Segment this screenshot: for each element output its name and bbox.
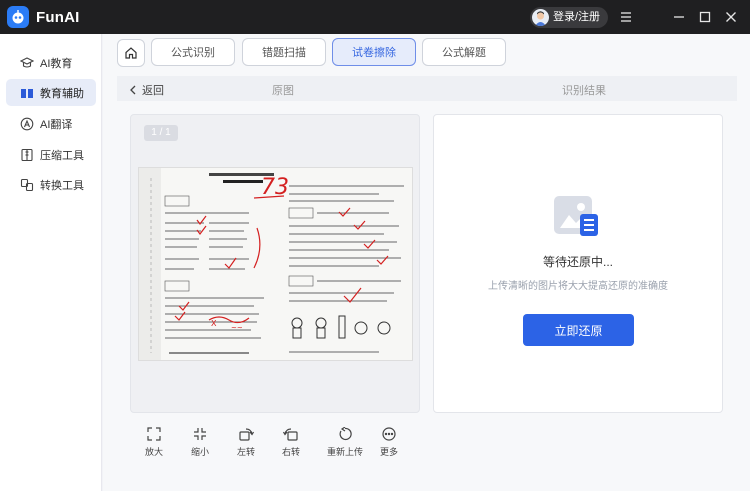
tool-label: 更多 <box>379 447 398 457</box>
more-icon <box>382 427 396 441</box>
rotate-right-button[interactable]: 右转 <box>273 424 309 464</box>
image-placeholder-icon <box>554 196 598 236</box>
tool-label: 缩小 <box>190 447 209 457</box>
sidebar-item-ai-translate[interactable]: AI翻译 <box>6 110 96 137</box>
sidebar-item-label: AI教育 <box>40 57 73 70</box>
rotate-left-icon <box>239 428 254 441</box>
tool-label: 重新上传 <box>326 447 363 457</box>
avatar <box>532 9 549 26</box>
app-title: FunAI <box>36 9 80 26</box>
close-icon[interactable] <box>723 9 739 25</box>
exam-paper-drawing: 73 X ~~ <box>139 168 412 360</box>
rotate-right-icon <box>283 428 298 441</box>
reupload-icon <box>339 427 352 441</box>
more-button[interactable]: 更多 <box>371 424 407 464</box>
home-button[interactable] <box>117 39 145 67</box>
restore-now-button[interactable]: 立即还原 <box>523 314 634 346</box>
translate-icon <box>20 117 34 130</box>
original-image-label: 原图 <box>272 85 294 97</box>
sidebar-item-label: 教育辅助 <box>40 87 84 100</box>
compress-icon <box>21 148 33 161</box>
home-icon <box>125 47 137 59</box>
image-toolbar: 放大 缩小 左转 右转 重新上传 更多 <box>133 424 413 464</box>
sidebar-item-compress-tool[interactable]: 压缩工具 <box>6 141 96 168</box>
menu-icon[interactable] <box>618 9 634 25</box>
graduation-cap-icon <box>20 56 34 68</box>
maximize-icon[interactable] <box>697 9 713 25</box>
main-area: 公式识别 错题扫描 试卷擦除 公式解题 返回 原图 识别结果 1 / 1 73 <box>103 34 750 491</box>
zoom-out-button[interactable]: 缩小 <box>182 424 218 464</box>
back-button[interactable]: 返回 <box>129 82 164 98</box>
waiting-description: 上传清晰的图片将大大提高还原的准确度 <box>488 281 668 292</box>
svg-text:~~: ~~ <box>231 324 243 332</box>
exam-paper-image: 73 X ~~ <box>138 167 413 361</box>
rotate-left-button[interactable]: 左转 <box>228 424 264 464</box>
zoom-out-icon <box>194 428 206 440</box>
tool-label: 右转 <box>281 447 300 457</box>
sidebar-item-label: 转换工具 <box>40 179 84 192</box>
page-indicator: 1 / 1 <box>144 125 178 141</box>
waiting-title: 等待还原中... <box>542 255 613 269</box>
sidebar-item-ai-education[interactable]: AI教育 <box>6 49 96 76</box>
sidebar: AI教育 教育辅助 AI翻译 压缩工具 转换工具 <box>0 34 102 491</box>
chevron-left-icon <box>130 85 136 95</box>
sidebar-item-convert-tool[interactable]: 转换工具 <box>6 171 96 198</box>
app-logo-icon <box>7 6 29 28</box>
title-bar: FunAI 登录/注册 <box>0 0 750 34</box>
zoom-in-icon <box>147 427 161 441</box>
result-label: 识别结果 <box>562 85 606 97</box>
tab-formula-solving[interactable]: 公式解题 <box>422 38 506 66</box>
back-label: 返回 <box>142 85 164 97</box>
login-label: 登录/注册 <box>553 11 601 23</box>
sidebar-item-label: 压缩工具 <box>40 149 84 162</box>
tab-wrong-question-scan[interactable]: 错题扫描 <box>242 38 326 66</box>
login-button[interactable]: 登录/注册 <box>530 7 609 28</box>
tool-label: 放大 <box>144 447 163 457</box>
sidebar-item-education-assist[interactable]: 教育辅助 <box>6 79 96 106</box>
convert-icon <box>20 178 34 191</box>
tab-formula-recognition[interactable]: 公式识别 <box>151 38 235 66</box>
result-panel: 等待还原中... 上传清晰的图片将大大提高还原的准确度 立即还原 <box>433 114 723 413</box>
minimize-icon[interactable] <box>671 9 687 25</box>
original-image-panel: 1 / 1 73 X ~~ <box>130 114 420 413</box>
subheader: 返回 原图 识别结果 <box>117 76 737 101</box>
sidebar-item-label: AI翻译 <box>40 118 73 131</box>
book-icon <box>21 88 33 98</box>
zoom-in-button[interactable]: 放大 <box>136 424 172 464</box>
svg-text:X: X <box>211 319 217 328</box>
tool-label: 左转 <box>236 447 255 457</box>
tab-exam-erase[interactable]: 试卷擦除 <box>332 38 416 66</box>
reupload-button[interactable]: 重新上传 <box>323 424 367 464</box>
